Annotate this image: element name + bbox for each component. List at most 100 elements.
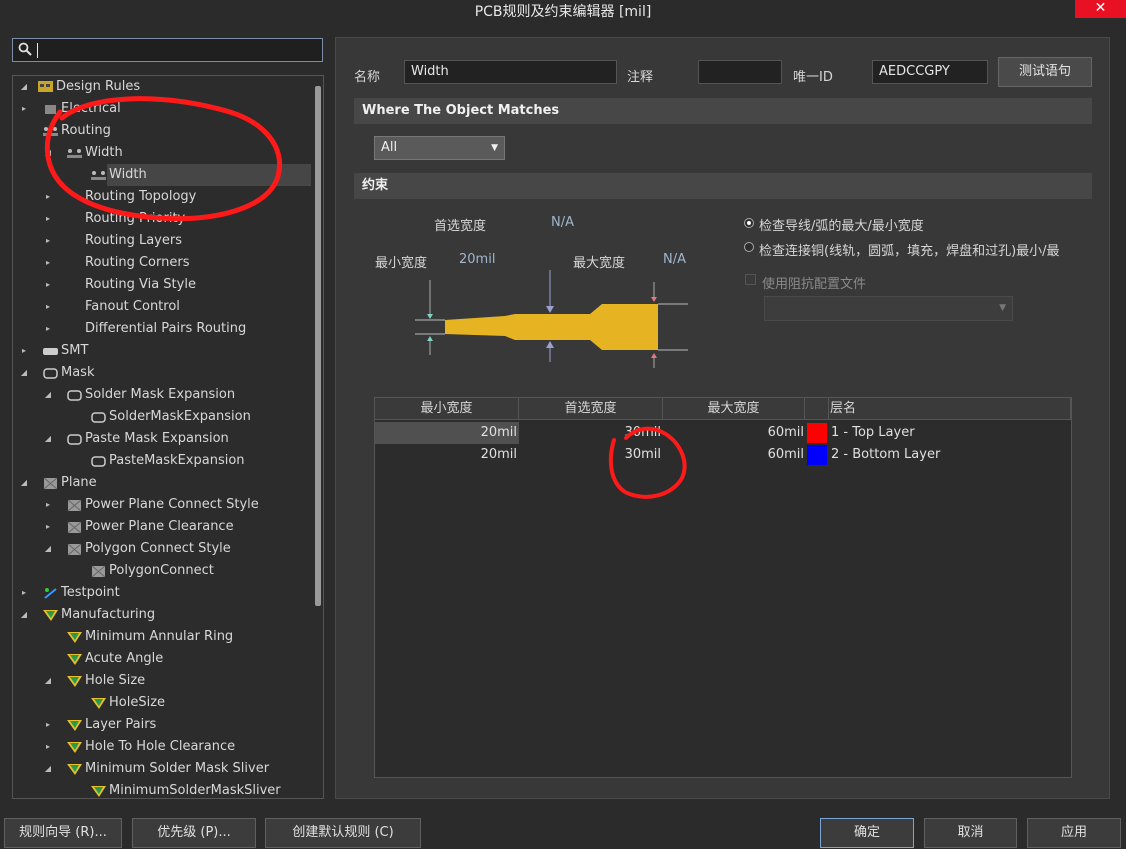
tree-item-routing-layers[interactable]: ▸ Routing Layers	[13, 230, 313, 252]
tree-item-plane[interactable]: ◢ Plane	[13, 472, 313, 494]
collapse-arrow-icon[interactable]: ◢	[43, 758, 53, 780]
tree-item-power-plane-clearance[interactable]: ▸ Power Plane Clearance	[13, 516, 313, 538]
tree-scrollbar[interactable]	[315, 86, 321, 606]
table-row[interactable]: 20mil 30mil 60mil 2 - Bottom Layer	[375, 444, 1071, 466]
collapse-arrow-icon[interactable]: ◢	[19, 604, 29, 626]
tree-item-routing-priority[interactable]: ▸ Routing Priority	[13, 208, 313, 230]
tree-item-routing-topology[interactable]: ▸ Routing Topology	[13, 186, 313, 208]
ok-button[interactable]: 确定	[820, 818, 914, 848]
row-preferred-width[interactable]: 30mil	[519, 422, 661, 444]
priority-button[interactable]: 优先级 (P)...	[132, 818, 256, 848]
tree-item-paste-mask-expansion[interactable]: ◢ Paste Mask Expansion	[13, 428, 313, 450]
tree-item-holesize[interactable]: HoleSize	[13, 692, 313, 714]
tree-item-smt[interactable]: ▸ SMT	[13, 340, 313, 362]
electrical-icon	[43, 102, 58, 115]
header-layer-color[interactable]	[805, 398, 829, 420]
unique-id-field[interactable]: AEDCCGPY	[872, 60, 988, 84]
collapse-arrow-icon[interactable]: ◢	[43, 670, 53, 692]
row-max-width[interactable]: 60mil	[663, 422, 804, 444]
impedance-profile-checkbox[interactable]	[745, 274, 756, 285]
expand-arrow-icon[interactable]: ▸	[43, 736, 53, 758]
expand-arrow-icon[interactable]: ▸	[19, 98, 29, 120]
tree-item-routing-via-style[interactable]: ▸ Routing Via Style	[13, 274, 313, 296]
radio-check-connected-copper[interactable]	[744, 242, 754, 252]
test-query-button[interactable]: 测试语句	[998, 57, 1092, 87]
rule-wizard-button[interactable]: 规则向导 (R)...	[4, 818, 122, 848]
tree-item-mask[interactable]: ◢ Mask	[13, 362, 313, 384]
tree-item-routing-corners[interactable]: ▸ Routing Corners	[13, 252, 313, 274]
tree-item-power-plane-connect-style[interactable]: ▸ Power Plane Connect Style	[13, 494, 313, 516]
tree-item-layer-pairs[interactable]: ▸ Layer Pairs	[13, 714, 313, 736]
expand-arrow-icon[interactable]: ▸	[43, 274, 53, 296]
comment-field[interactable]	[698, 60, 782, 84]
expand-arrow-icon[interactable]: ▸	[43, 186, 53, 208]
tree-item-fanout-control[interactable]: ▸ Fanout Control	[13, 296, 313, 318]
expand-arrow-icon[interactable]: ▸	[43, 516, 53, 538]
header-min-width[interactable]: 最小宽度	[375, 398, 519, 420]
tree-item-hole-to-hole-clearance[interactable]: ▸ Hole To Hole Clearance	[13, 736, 313, 758]
tree-item-width[interactable]: ◢ Width	[13, 142, 313, 164]
apply-button[interactable]: 应用	[1027, 818, 1121, 848]
tree-item-minimumsoldermasksliver[interactable]: MinimumSolderMaskSliver	[13, 780, 313, 798]
max-width-label: 最大宽度	[573, 256, 626, 271]
expand-arrow-icon[interactable]: ▸	[19, 582, 29, 604]
tree-item-polygonconnect[interactable]: PolygonConnect	[13, 560, 313, 582]
collapse-arrow-icon[interactable]: ◢	[43, 142, 53, 164]
cancel-button[interactable]: 取消	[924, 818, 1017, 848]
expand-arrow-icon[interactable]: ▸	[43, 296, 53, 318]
tree-item-acute-angle[interactable]: Acute Angle	[13, 648, 313, 670]
collapse-arrow-icon[interactable]: ◢	[43, 384, 53, 406]
manufacturing-icon	[91, 696, 106, 709]
collapse-arrow-icon[interactable]: ◢	[43, 428, 53, 450]
close-button[interactable]: ✕	[1075, 0, 1126, 18]
rules-tree[interactable]: ◢ Design Rules ▸ Electrical Routing ◢ Width W…	[12, 75, 324, 799]
header-preferred-width[interactable]: 首选宽度	[519, 398, 663, 420]
tree-item-differential-pairs-routing[interactable]: ▸ Differential Pairs Routing	[13, 318, 313, 340]
tree-item-width[interactable]: Width	[91, 164, 311, 186]
row-min-width[interactable]: 20mil	[375, 444, 517, 466]
tree-item-pastemaskexpansion[interactable]: PasteMaskExpansion	[13, 450, 313, 472]
layer-width-table[interactable]: 最小宽度 首选宽度 最大宽度 层名 20mil 30mil 60mil 1 - …	[374, 397, 1072, 778]
tree-item-label: Polygon Connect Style	[85, 541, 231, 556]
expand-arrow-icon[interactable]: ▸	[43, 318, 53, 340]
expand-arrow-icon[interactable]: ▸	[43, 252, 53, 274]
expand-arrow-icon[interactable]: ▸	[43, 494, 53, 516]
tree-item-hole-size[interactable]: ◢ Hole Size	[13, 670, 313, 692]
collapse-arrow-icon[interactable]: ◢	[19, 76, 29, 98]
min-width-value[interactable]: 20mil	[459, 252, 495, 267]
name-field[interactable]: Width	[404, 60, 617, 84]
row-preferred-width[interactable]: 30mil	[519, 444, 661, 466]
header-layer-name[interactable]: 层名	[829, 398, 1071, 420]
radio-check-track-width[interactable]	[744, 218, 754, 228]
expand-arrow-icon[interactable]: ▸	[43, 208, 53, 230]
collapse-arrow-icon[interactable]: ◢	[19, 362, 29, 384]
tree-item-routing[interactable]: Routing	[13, 120, 313, 142]
row-max-width[interactable]: 60mil	[663, 444, 804, 466]
tree-item-manufacturing[interactable]: ◢ Manufacturing	[13, 604, 313, 626]
tree-item-solder-mask-expansion[interactable]: ◢ Solder Mask Expansion	[13, 384, 313, 406]
tree-item-soldermaskexpansion[interactable]: SolderMaskExpansion	[13, 406, 313, 428]
tree-item-polygon-connect-style[interactable]: ◢ Polygon Connect Style	[13, 538, 313, 560]
create-default-rules-button[interactable]: 创建默认规则 (C)	[265, 818, 421, 848]
tree-item-electrical[interactable]: ▸ Electrical	[13, 98, 313, 120]
expand-arrow-icon[interactable]: ▸	[19, 340, 29, 362]
search-input[interactable]	[12, 38, 323, 62]
table-row[interactable]: 20mil 30mil 60mil 1 - Top Layer	[375, 422, 1071, 444]
tree-item-minimum-solder-mask-sliver[interactable]: ◢ Minimum Solder Mask Sliver	[13, 758, 313, 780]
text-caret	[37, 43, 38, 58]
collapse-arrow-icon[interactable]: ◢	[43, 538, 53, 560]
tree-root-design-rules[interactable]: ◢ Design Rules	[13, 76, 313, 98]
expand-arrow-icon[interactable]: ▸	[43, 714, 53, 736]
impedance-profile-dropdown[interactable]: ▼	[764, 296, 1013, 321]
tree-item-testpoint[interactable]: ▸ Testpoint	[13, 582, 313, 604]
collapse-arrow-icon[interactable]: ◢	[19, 472, 29, 494]
tree-item-label: Width	[85, 145, 123, 160]
header-max-width[interactable]: 最大宽度	[663, 398, 805, 420]
preferred-width-value[interactable]: N/A	[551, 215, 574, 230]
max-width-value[interactable]: N/A	[663, 252, 686, 267]
row-min-width[interactable]: 20mil	[375, 422, 517, 444]
tree-item-label: PolygonConnect	[109, 563, 214, 578]
expand-arrow-icon[interactable]: ▸	[43, 230, 53, 252]
tree-item-minimum-annular-ring[interactable]: Minimum Annular Ring	[13, 626, 313, 648]
object-match-dropdown[interactable]: All ▼	[374, 136, 505, 160]
